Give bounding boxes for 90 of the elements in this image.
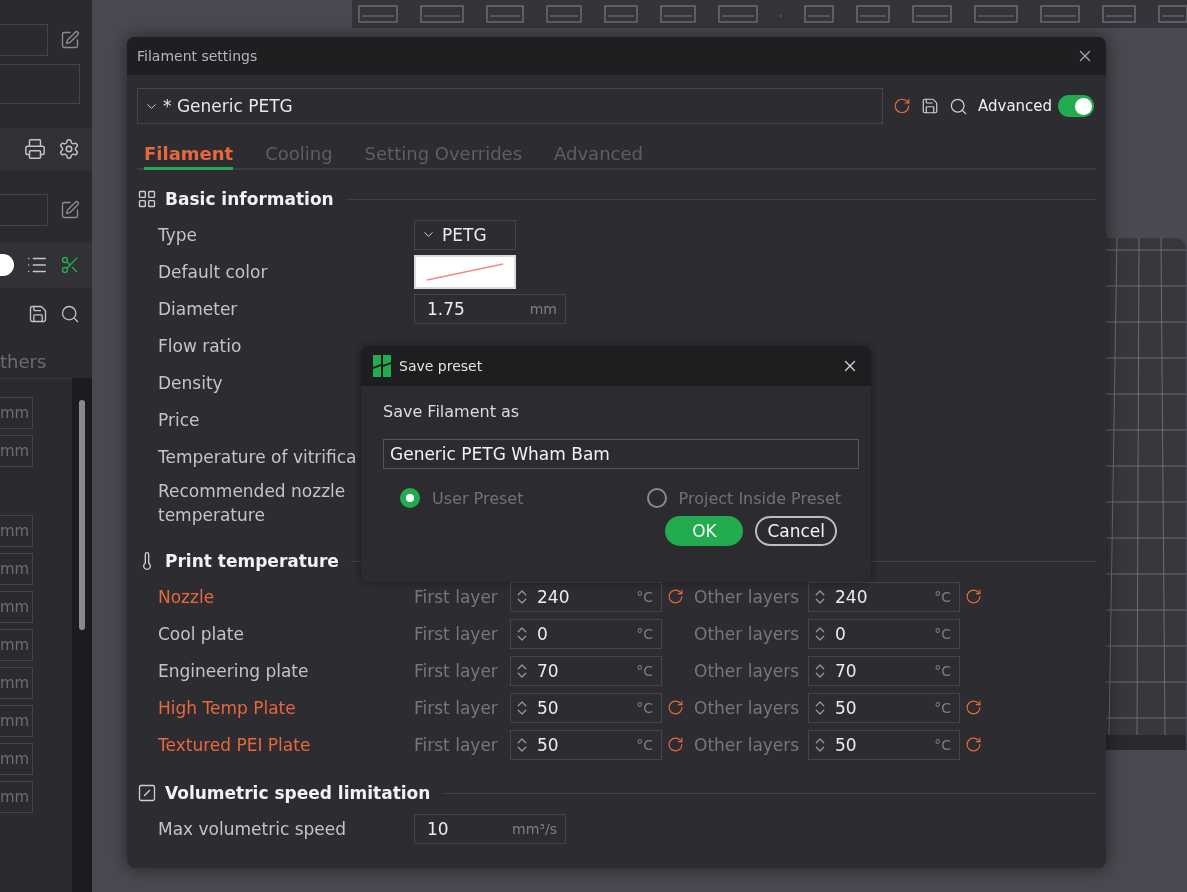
text-field[interactable] (0, 64, 80, 104)
text-field[interactable] (0, 194, 48, 226)
ok-button[interactable]: OK (665, 516, 744, 546)
unit-field[interactable]: mm (0, 591, 33, 623)
preset-dropdown[interactable]: * Generic PETG (137, 88, 883, 124)
unit-field[interactable]: mm (0, 705, 33, 737)
edit-icon[interactable] (60, 200, 80, 220)
cancel-button[interactable]: Cancel (755, 516, 837, 546)
setting-label: Diameter (158, 297, 238, 321)
temperature-field[interactable]: 70 °C (808, 655, 960, 686)
field-label: Other layers (694, 697, 801, 718)
temperature-field[interactable]: 50 °C (808, 729, 960, 760)
unit-field[interactable]: mm (0, 743, 33, 775)
prompt-text: Save Filament as (383, 402, 521, 421)
field-label: First layer (414, 586, 499, 607)
radio-button[interactable] (646, 488, 667, 508)
section-title: Print temperature (165, 551, 339, 571)
tab-label[interactable]: thers (0, 350, 47, 372)
settings-tab[interactable]: Filament (144, 143, 234, 170)
setting-label: Textured PEI Plate (158, 733, 311, 757)
unit-field[interactable]: mm (0, 553, 33, 585)
temperature-field[interactable]: 50 °C (510, 692, 662, 723)
preset-name-input[interactable]: Generic PETG Wham Bam (383, 439, 859, 469)
setting-label: Flow ratio (158, 334, 242, 358)
app-logo-icon (373, 355, 391, 377)
number-field[interactable]: 10 mm³/s (414, 813, 566, 844)
temperature-field[interactable]: 50 °C (510, 729, 662, 760)
field-label: First layer (414, 660, 499, 681)
setting-label: Type (158, 223, 198, 247)
setting-label: Nozzle (158, 585, 215, 609)
reset-icon[interactable] (666, 588, 684, 605)
edit-icon[interactable] (60, 30, 80, 50)
unit-field[interactable]: mm (0, 629, 33, 661)
temperature-field[interactable]: 0 °C (808, 618, 960, 649)
unit-field[interactable]: mm (0, 781, 33, 813)
field-label: First layer (414, 623, 499, 644)
reset-icon[interactable] (964, 699, 982, 716)
scrollbar-thumb[interactable] (79, 400, 85, 630)
color-swatch[interactable] (414, 254, 516, 289)
search-icon[interactable] (949, 96, 968, 116)
reset-icon[interactable] (964, 588, 982, 605)
field-label: Other layers (694, 734, 801, 755)
setting-label: Temperature of vitrifica (158, 445, 357, 469)
temperature-field[interactable]: 70 °C (510, 655, 662, 686)
unit-field[interactable]: mm (0, 515, 33, 547)
grid-icon (137, 189, 157, 209)
printer-icon[interactable] (24, 138, 46, 160)
setting-label: Max volumetric speed (158, 817, 346, 841)
field-label: First layer (414, 697, 499, 718)
unit-field[interactable]: mm (0, 435, 33, 467)
field-label: Other layers (694, 586, 801, 607)
advanced-toggle[interactable] (1058, 95, 1095, 117)
field-label: First layer (414, 734, 499, 755)
field-label: Other layers (694, 623, 801, 644)
reset-icon[interactable] (893, 97, 911, 115)
temperature-field[interactable]: 240 °C (510, 581, 662, 612)
text-field[interactable] (0, 24, 48, 56)
unit-field[interactable]: mm (0, 397, 33, 429)
section-title: Volumetric speed limitation (165, 783, 431, 803)
setting-label: Engineering plate (158, 659, 309, 683)
radio-option[interactable]: User Preset (400, 488, 524, 508)
dialog-title: Filament settings (137, 48, 258, 64)
reset-icon[interactable] (666, 736, 684, 753)
search-icon[interactable] (60, 304, 80, 324)
setting-label: Default color (158, 260, 268, 284)
scissors-icon[interactable] (60, 255, 80, 275)
type-dropdown[interactable]: PETG (414, 219, 516, 250)
advanced-label: Advanced (978, 97, 1053, 115)
square-slash-icon (137, 783, 157, 803)
save-icon[interactable] (921, 97, 939, 115)
temperature-field[interactable]: 0 °C (510, 618, 662, 649)
setting-label: Price (158, 408, 200, 432)
reset-icon[interactable] (666, 699, 684, 716)
radio-option[interactable]: Project Inside Preset (646, 488, 841, 508)
setting-label: Cool plate (158, 622, 244, 646)
reset-icon[interactable] (964, 736, 982, 753)
settings-icon[interactable] (58, 138, 80, 160)
number-field[interactable]: 1.75 mm (414, 293, 566, 324)
unit-field[interactable]: mm (0, 667, 33, 699)
section-title: Basic information (165, 189, 334, 209)
setting-label: Density (158, 371, 223, 395)
toggle-knob[interactable] (0, 254, 14, 276)
setting-label: Recommended nozzle temperature (158, 480, 347, 527)
radio-button[interactable] (400, 488, 420, 508)
dialog-title: Save preset (399, 358, 484, 374)
temperature-field[interactable]: 240 °C (808, 581, 960, 612)
setting-label: High Temp Plate (158, 696, 296, 720)
temperature-field[interactable]: 50 °C (808, 692, 960, 723)
save-icon[interactable] (28, 304, 48, 324)
field-label: Other layers (694, 660, 801, 681)
